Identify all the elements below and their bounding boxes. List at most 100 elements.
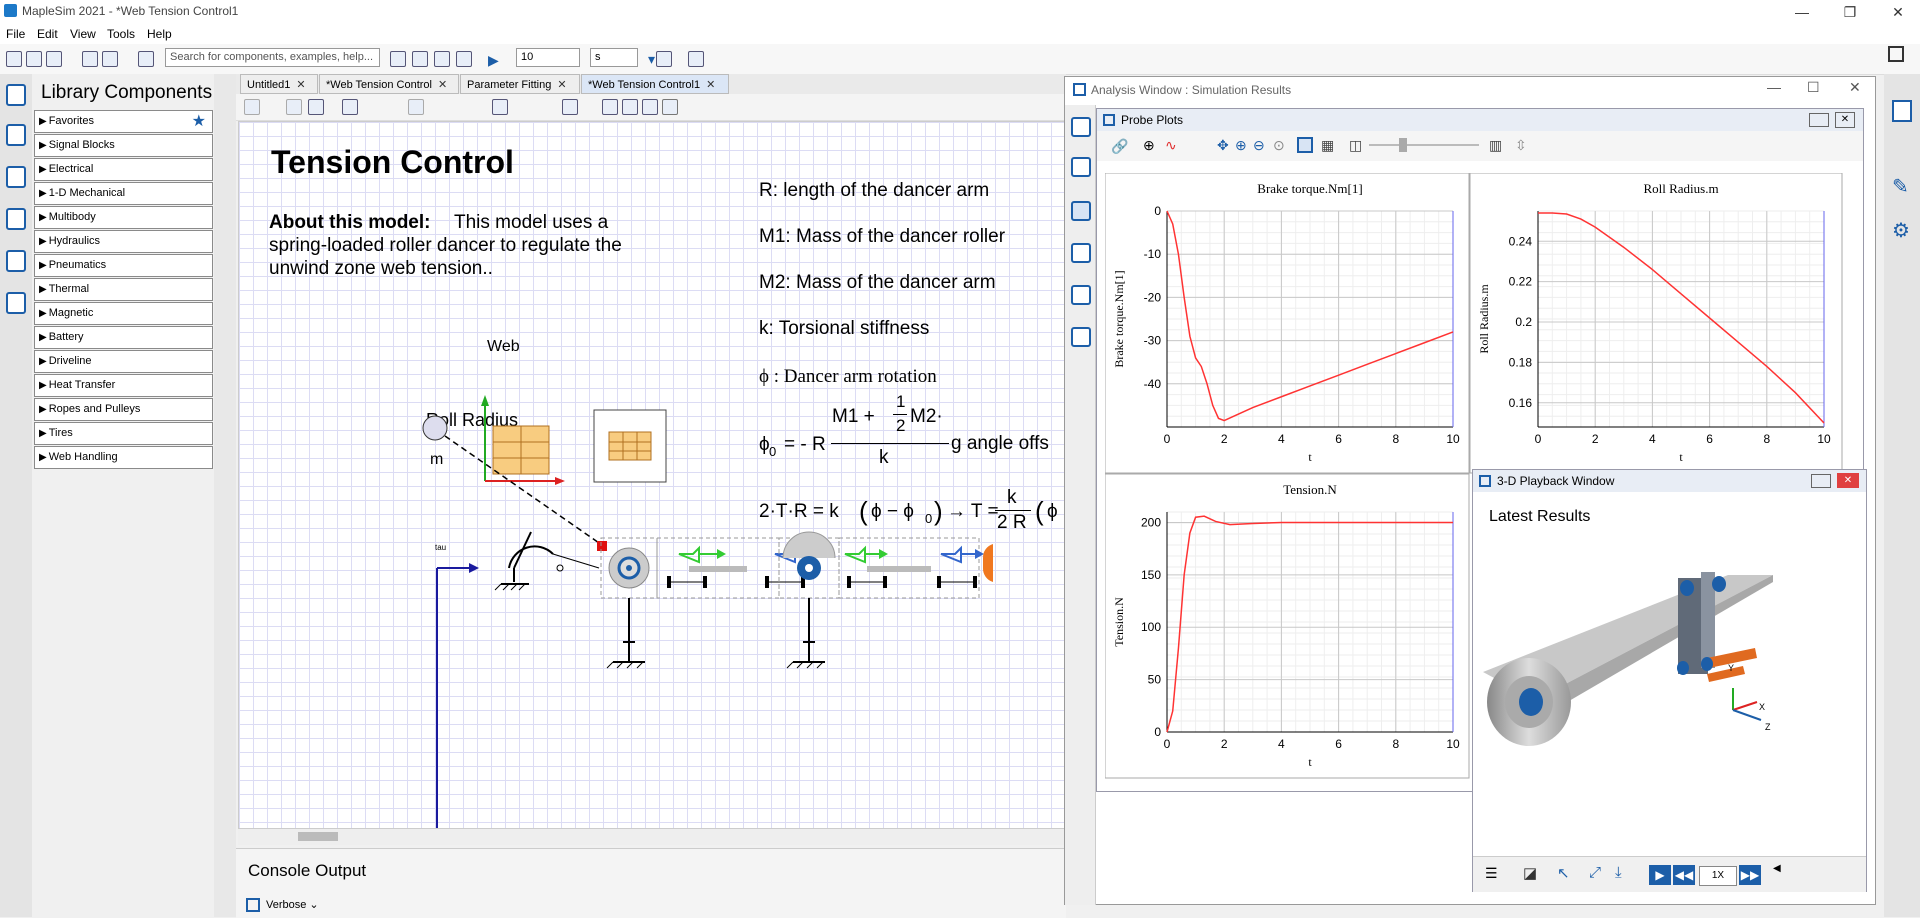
flip-icon[interactable] (562, 99, 578, 115)
lock-icon[interactable] (6, 84, 26, 106)
probe-close-icon[interactable]: ✕ (1835, 112, 1855, 128)
library-scrollbar[interactable] (214, 74, 236, 917)
layout-icon[interactable] (1297, 137, 1313, 153)
maximize-icon[interactable]: ❐ (1830, 2, 1870, 22)
menu-tools[interactable]: Tools (107, 27, 135, 41)
time-units-select[interactable]: s (590, 48, 638, 67)
reports-icon[interactable] (1071, 327, 1091, 347)
lock-results-icon[interactable] (1071, 157, 1091, 177)
close-tab-icon[interactable]: ✕ (438, 79, 447, 91)
zoom-fit-icon[interactable] (622, 99, 638, 115)
hierarchy-icon[interactable] (6, 208, 26, 230)
snapshot-icon[interactable] (688, 51, 704, 67)
settings-sliders-icon[interactable]: ☰ (1485, 865, 1498, 882)
library-item-thermal[interactable]: ▶ Thermal (34, 278, 213, 301)
library-icon[interactable] (6, 124, 26, 146)
close-tab-icon[interactable]: ✕ (557, 79, 566, 91)
tab-parameter-fitting[interactable]: Parameter Fitting ✕ (460, 74, 580, 94)
play-button[interactable]: ▶ (1649, 865, 1671, 885)
tab-untitled1[interactable]: Untitled1 ✕ (240, 74, 318, 94)
disable-icon[interactable] (662, 99, 678, 115)
probe-restore-icon[interactable] (1809, 113, 1829, 127)
go-up-icon[interactable] (286, 99, 302, 115)
library-item-signal-blocks[interactable]: ▶ Signal Blocks (34, 134, 213, 157)
fmu-icon[interactable] (102, 51, 118, 67)
data-sets-icon[interactable] (1071, 285, 1091, 305)
search-input[interactable]: Search for components, examples, help... (165, 48, 380, 67)
time-slider-thumb[interactable] (1399, 138, 1407, 152)
playback-bars-icon[interactable]: ▥ (1489, 137, 1502, 154)
open-file-icon[interactable] (26, 51, 42, 67)
analysis-maximize-icon[interactable]: ☐ (1807, 79, 1820, 96)
expand-arrow-icon[interactable]: ▶ (39, 188, 47, 199)
rewind-button[interactable]: ◀◀ (1673, 865, 1695, 885)
verbosity-select[interactable]: Verbose ⌄ (266, 898, 319, 911)
tab-web-tension-control[interactable]: *Web Tension Control ✕ (319, 74, 459, 94)
expand-arrow-icon[interactable]: ▶ (39, 116, 47, 127)
roll-radius-probe[interactable] (422, 415, 448, 441)
crosshair-icon[interactable]: ⊕ (1143, 137, 1155, 154)
model-canvas[interactable]: Tension Control About this model: This m… (238, 121, 1066, 829)
wrench-icon[interactable]: ✎ (1892, 174, 1912, 198)
analysis-minimize-icon[interactable]: — (1767, 79, 1781, 95)
unwind-roller-component[interactable] (600, 537, 658, 669)
attach-icon[interactable] (308, 99, 324, 115)
home-icon[interactable] (244, 99, 260, 115)
chart-icon[interactable] (456, 51, 472, 67)
canvas-horizontal-scrollbar[interactable] (238, 829, 1066, 845)
library-item-electrical[interactable]: ▶ Electrical (34, 158, 213, 181)
view-cube-icon[interactable]: ◪ (1523, 864, 1537, 882)
expand-arrow-icon[interactable]: ▶ (39, 452, 47, 463)
library-item-driveline[interactable]: ▶ Driveline (34, 350, 213, 373)
library-item-heat-transfer[interactable]: ▶ Heat Transfer (34, 374, 213, 397)
save-icon[interactable] (46, 51, 62, 67)
zoom-in-icon[interactable]: ⊕ (1235, 137, 1247, 154)
library-item-favorites[interactable]: ▶ Favorites ★ (34, 110, 213, 133)
tools-icon[interactable]: ⚙ (1892, 218, 1912, 242)
library-item-web-handling[interactable]: ▶ Web Handling (34, 446, 213, 469)
component-icon[interactable] (390, 51, 406, 67)
expand-arrow-icon[interactable]: ▶ (39, 428, 47, 439)
expand-arrow-icon[interactable]: ▶ (39, 164, 47, 175)
torque-source-component[interactable] (494, 531, 600, 591)
attachments-icon[interactable] (6, 250, 26, 272)
legend-icon[interactable]: ◫ (1349, 137, 1362, 154)
expand-arrow-icon[interactable]: ▶ (39, 356, 47, 367)
tab-web-tension-control1[interactable]: *Web Tension Control1 ✕ (581, 74, 729, 94)
favorites-star-icon[interactable]: ★ (192, 113, 206, 131)
more-options-icon[interactable]: ◀ (1773, 863, 1781, 874)
search-library-icon[interactable] (6, 166, 26, 188)
expand-arrow-icon[interactable]: ▶ (39, 308, 47, 319)
library-item-1-d-mechanical[interactable]: ▶ 1-D Mechanical (34, 182, 213, 205)
text-icon[interactable] (82, 51, 98, 67)
curve-style-icon[interactable]: ∿ (1165, 137, 1177, 154)
rewind-roller-component[interactable] (982, 544, 993, 582)
parameter-block-icon[interactable] (342, 99, 358, 115)
fast-forward-button[interactable]: ▶▶ (1739, 865, 1761, 885)
library-item-battery[interactable]: ▶ Battery (34, 326, 213, 349)
probe-plot-2[interactable]: 0 2 4 6 8 10200150100500Tension.NtTension.N (1105, 473, 1470, 779)
grid-icon[interactable]: ▦ (1321, 137, 1334, 154)
library-item-magnetic[interactable]: ▶ Magnetic (34, 302, 213, 325)
model-diagram[interactable] (239, 122, 1065, 828)
user-icon[interactable] (138, 51, 154, 67)
minimize-icon[interactable]: — (1782, 2, 1822, 22)
expand-icon[interactable]: ⇳ (1515, 137, 1527, 154)
expand-arrow-icon[interactable]: ▶ (39, 140, 47, 151)
menu-view[interactable]: View (70, 27, 96, 41)
properties-icon[interactable] (1892, 100, 1912, 122)
playback-restore-icon[interactable] (1811, 474, 1831, 488)
route-icon[interactable] (492, 99, 508, 115)
probe-plot-0[interactable]: 0 2 4 6 8 100-10-20-30-40Brake torque.Nm[1]tB… (1105, 173, 1470, 474)
pan-icon[interactable]: ✥ (1217, 137, 1229, 154)
menu-file[interactable]: File (6, 27, 25, 41)
settings-icon[interactable]: ▾ (648, 51, 655, 68)
playback-speed-field[interactable]: 1X (1699, 866, 1737, 886)
run-simulation-icon[interactable]: ▶ (488, 52, 499, 69)
expand-arrow-icon[interactable]: ▶ (39, 212, 47, 223)
align-icon[interactable] (408, 99, 424, 115)
close-icon[interactable]: ✕ (1878, 2, 1918, 22)
expand-arrow-icon[interactable]: ▶ (39, 236, 47, 247)
analysis-close-icon[interactable]: ✕ (1849, 79, 1861, 96)
library-item-ropes-and-pulleys[interactable]: ▶ Ropes and Pulleys (34, 398, 213, 421)
